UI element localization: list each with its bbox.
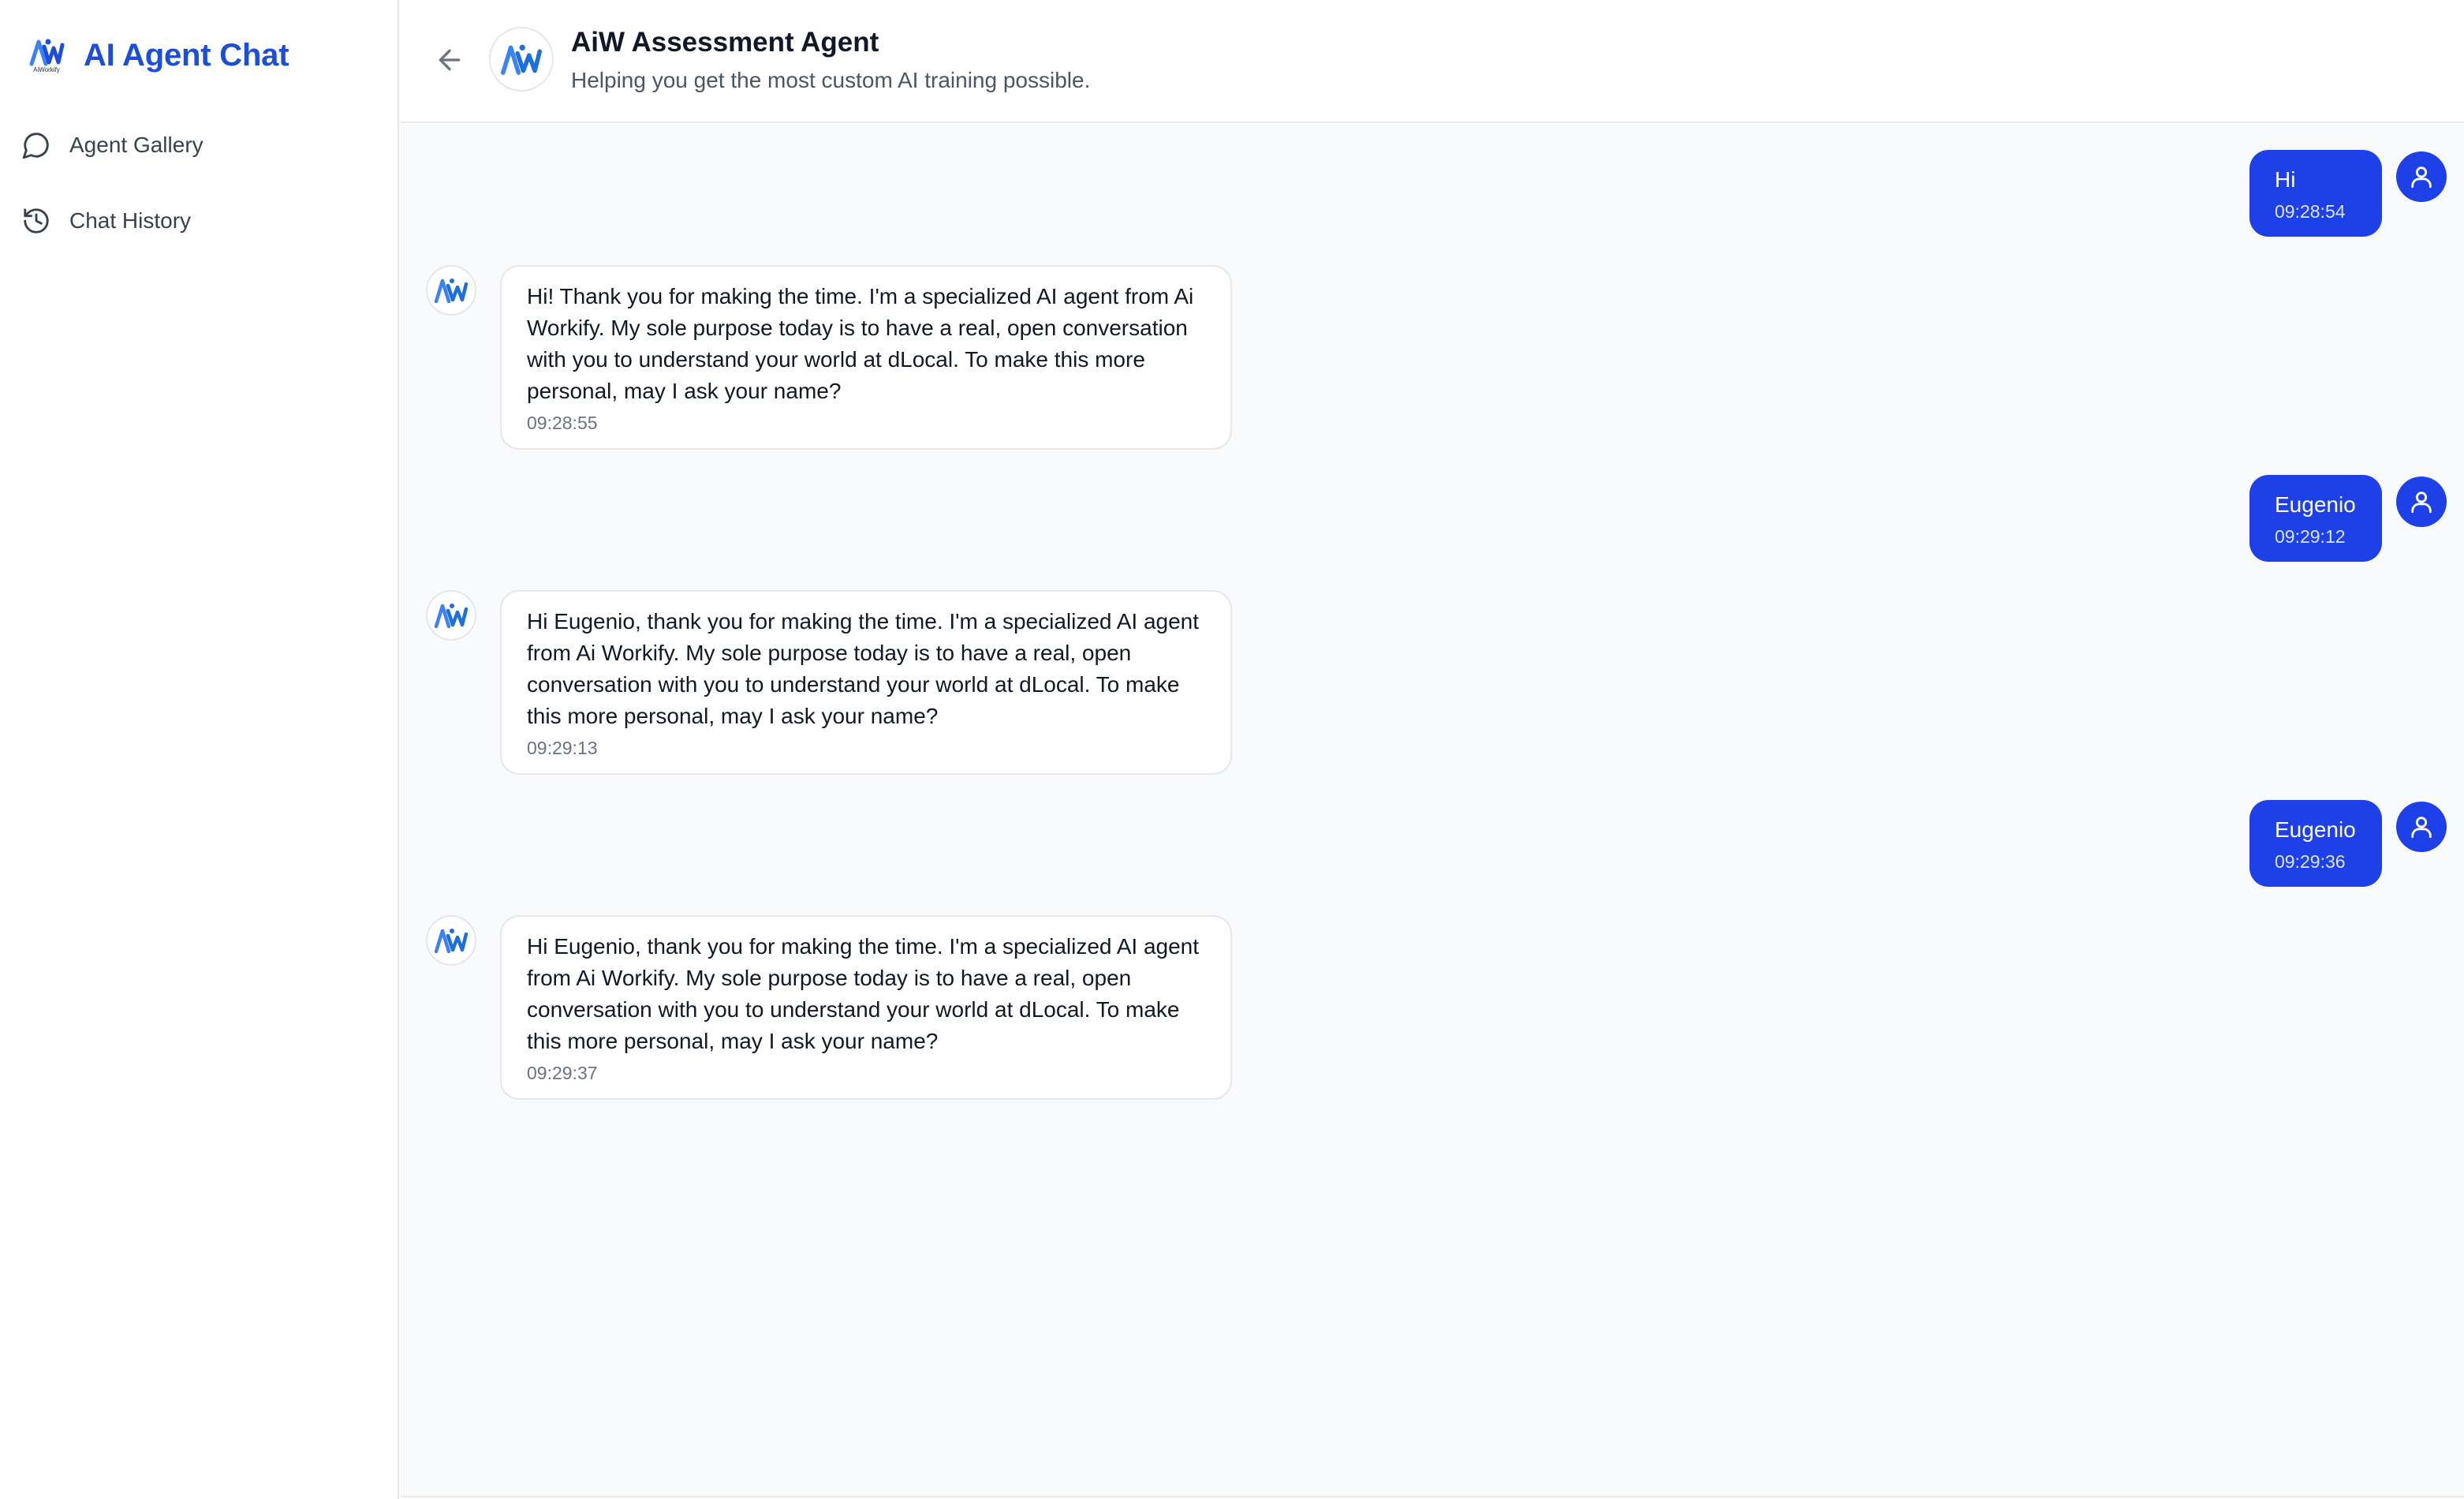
brand[interactable]: AiWorkify AI Agent Chat (25, 30, 289, 80)
user-message: Eugenio 09:29:36 (2249, 800, 2382, 887)
user-icon (2411, 817, 2432, 839)
user-avatar (2396, 477, 2447, 527)
message-time: 09:28:55 (527, 413, 598, 433)
arrow-left-icon (434, 44, 465, 80)
user-icon (2411, 166, 2432, 189)
aiworkify-logo: AiWorkify (25, 33, 68, 77)
user-avatar (2396, 151, 2447, 202)
agent-subtitle: Helping you get the most custom AI train… (571, 68, 1091, 92)
agent-message: Hi Eugenio, thank you for making the tim… (500, 590, 1232, 775)
sidebar-item-agent-gallery[interactable]: Agent Gallery (19, 120, 366, 170)
message-text: Hi Eugenio, thank you for making the tim… (527, 609, 1200, 728)
message-text: Hi Eugenio, thank you for making the tim… (527, 934, 1200, 1053)
back-button[interactable] (424, 36, 475, 87)
message-time: 09:29:37 (527, 1063, 598, 1083)
agent-avatar (489, 27, 554, 92)
message-text: Hi! Thank you for making the time. I'm a… (527, 284, 1194, 403)
aiw-logo-icon (434, 278, 469, 304)
chat-header: AiW Assessment Agent Helping you get the… (401, 0, 2464, 123)
user-message: Eugenio 09:29:12 (2249, 475, 2382, 562)
agent-message-avatar (426, 590, 476, 641)
user-avatar (2396, 802, 2447, 852)
user-message: Hi 09:28:54 (2249, 150, 2382, 237)
sidebar-item-label: Chat History (69, 208, 192, 233)
aiw-logo-icon (501, 44, 542, 75)
sidebar-item-label: Agent Gallery (69, 133, 203, 157)
sidebar-item-chat-history[interactable]: Chat History (19, 196, 366, 246)
message-text: Hi (2275, 167, 2296, 192)
user-icon (2411, 492, 2432, 514)
message-time: 09:28:54 (2275, 201, 2346, 222)
agent-message-avatar (426, 265, 476, 316)
message-time: 09:29:12 (2275, 526, 2346, 547)
agent-message: Hi! Thank you for making the time. I'm a… (500, 265, 1232, 450)
message-text: Eugenio (2275, 817, 2356, 842)
message-time: 09:29:13 (527, 738, 598, 758)
app-title: AI Agent Chat (84, 37, 289, 73)
aiw-logo-icon (434, 929, 469, 954)
history-icon (19, 204, 54, 238)
logo-caption: AiWorkify (33, 66, 60, 73)
aiw-logo-icon (434, 604, 469, 629)
agent-name: AiW Assessment Agent (571, 27, 879, 58)
message-text: Eugenio (2275, 492, 2356, 517)
chat-bubble-icon (19, 128, 54, 163)
message-time: 09:29:36 (2275, 851, 2346, 872)
sidebar: AiWorkify AI Agent Chat Agent Gallery Ch… (0, 0, 399, 1499)
divider (401, 1496, 2464, 1497)
chat-area[interactable]: Hi 09:28:54 Hi! Thank you for making the… (401, 125, 2464, 1496)
agent-message-avatar (426, 915, 476, 966)
agent-message: Hi Eugenio, thank you for making the tim… (500, 915, 1232, 1100)
